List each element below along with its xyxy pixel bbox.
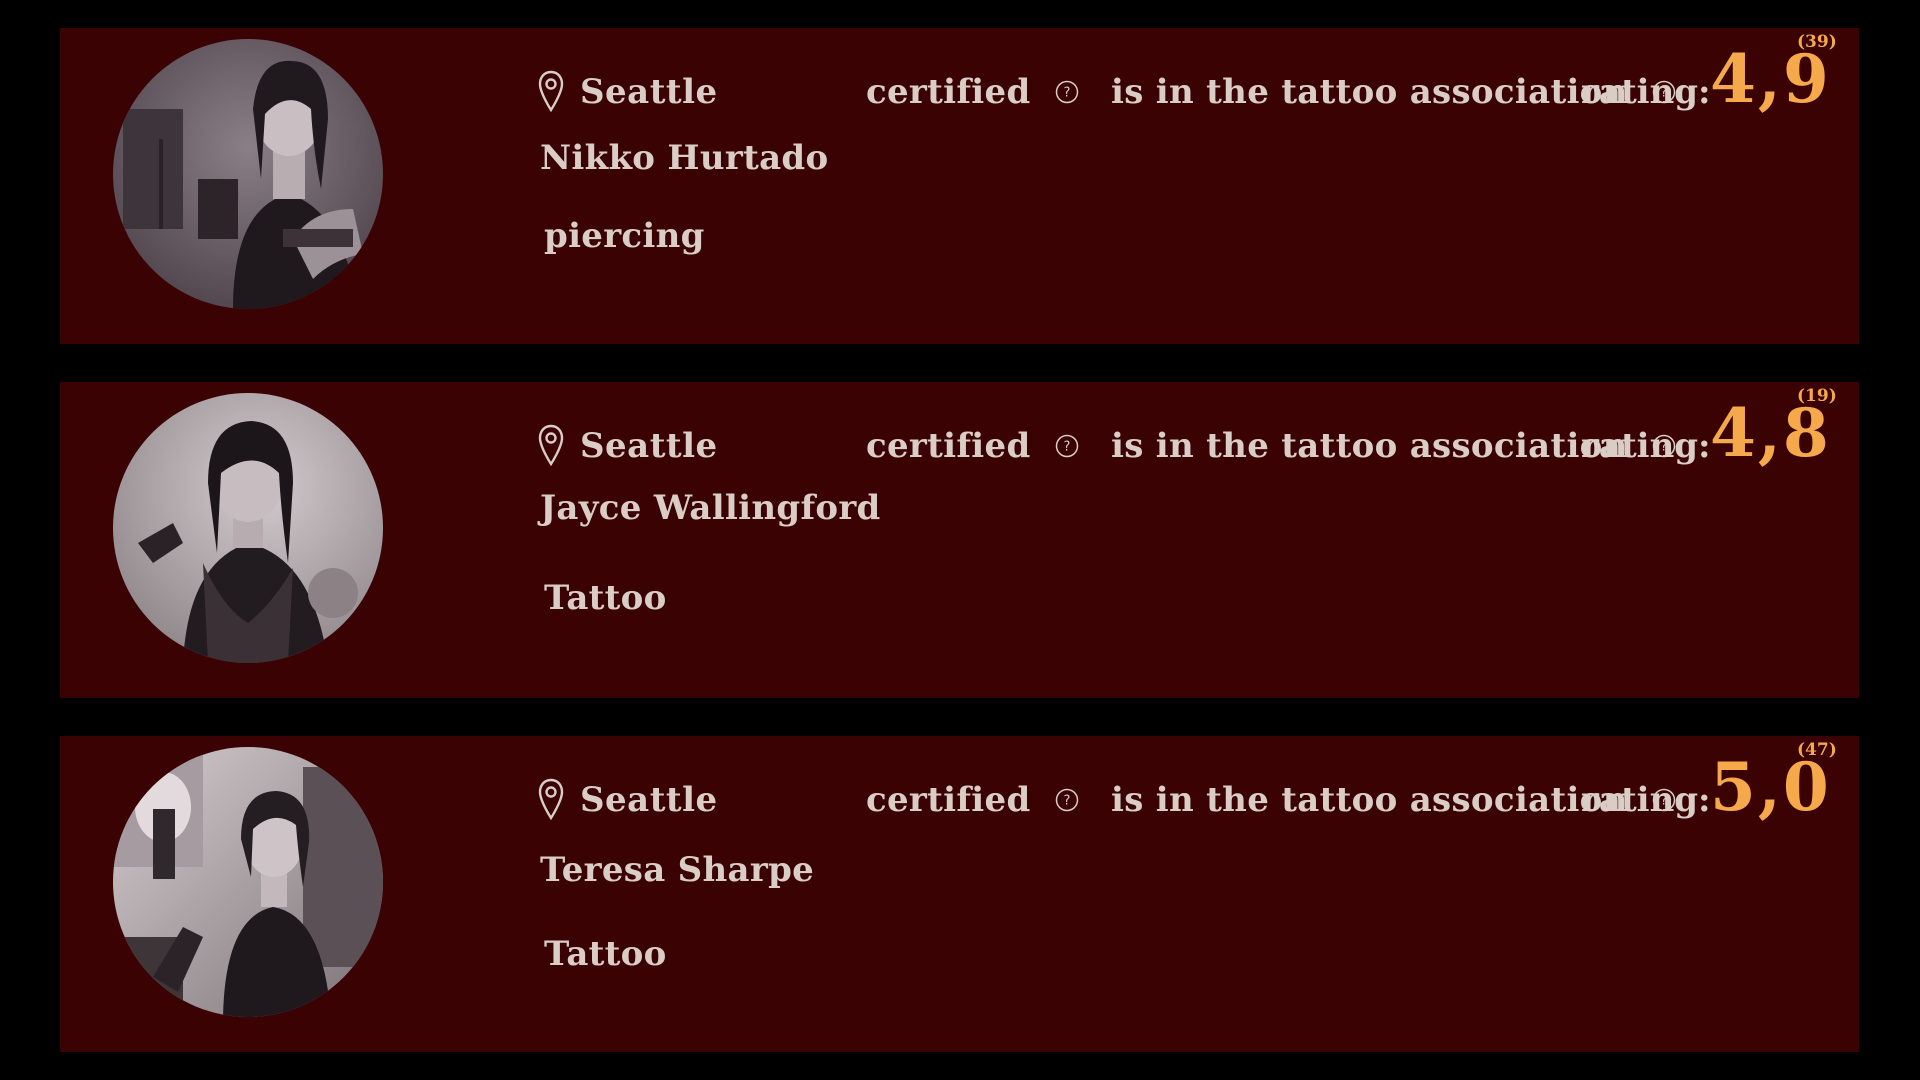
certified-badge: certified ?: [866, 422, 1079, 470]
artist-list: Seattle certified ? is in the tattoo ass…: [0, 0, 1920, 1080]
association-label: is in the tattoo association: [1111, 780, 1628, 820]
certified-label: certified: [866, 780, 1031, 820]
rating-count: (19): [1797, 386, 1837, 406]
artist-card[interactable]: Seattle certified ? is in the tattoo ass…: [60, 28, 1859, 344]
rating-count: (39): [1797, 32, 1837, 52]
artist-card[interactable]: Seattle certified ? is in the tattoo ass…: [60, 382, 1859, 698]
rating-count: (47): [1797, 740, 1837, 760]
certified-label: certified: [866, 426, 1031, 466]
rating-value: 4,9: [1710, 40, 1831, 118]
svg-text:?: ?: [1063, 440, 1070, 455]
artist-specialty: Tattoo: [544, 578, 667, 618]
artist-name[interactable]: Nikko Hurtado: [540, 138, 828, 178]
rating-label: rating:: [1581, 780, 1711, 820]
map-pin-icon: [538, 70, 564, 113]
artist-avatar[interactable]: [113, 39, 383, 309]
help-icon[interactable]: ?: [1055, 788, 1079, 812]
svg-text:?: ?: [1063, 794, 1070, 809]
certified-badge: certified ?: [866, 776, 1079, 824]
svg-text:?: ?: [1063, 86, 1070, 101]
rating-label: rating:: [1581, 72, 1711, 112]
certified-label: certified: [866, 72, 1031, 112]
location-city: Seattle: [580, 426, 718, 466]
artist-specialty: piercing: [544, 216, 705, 256]
artist-name[interactable]: Teresa Sharpe: [540, 850, 814, 890]
location-city: Seattle: [580, 72, 718, 112]
artist-card[interactable]: Seattle certified ? is in the tattoo ass…: [60, 736, 1859, 1052]
association-label: is in the tattoo association: [1111, 72, 1628, 112]
help-icon[interactable]: ?: [1055, 434, 1079, 458]
help-icon[interactable]: ?: [1055, 80, 1079, 104]
rating-value: 4,8: [1710, 394, 1831, 472]
location: Seattle: [538, 776, 718, 824]
map-pin-icon: [538, 424, 564, 467]
location-city: Seattle: [580, 780, 718, 820]
artist-specialty: Tattoo: [544, 934, 667, 974]
artist-name[interactable]: Jayce Wallingford: [540, 488, 881, 528]
artist-avatar[interactable]: [113, 393, 383, 663]
map-pin-icon: [538, 778, 564, 821]
location: Seattle: [538, 68, 718, 116]
association-label: is in the tattoo association: [1111, 426, 1628, 466]
location: Seattle: [538, 422, 718, 470]
rating-value: 5,0: [1710, 748, 1831, 826]
artist-avatar[interactable]: [113, 747, 383, 1017]
certified-badge: certified ?: [866, 68, 1079, 116]
rating-label: rating:: [1581, 426, 1711, 466]
